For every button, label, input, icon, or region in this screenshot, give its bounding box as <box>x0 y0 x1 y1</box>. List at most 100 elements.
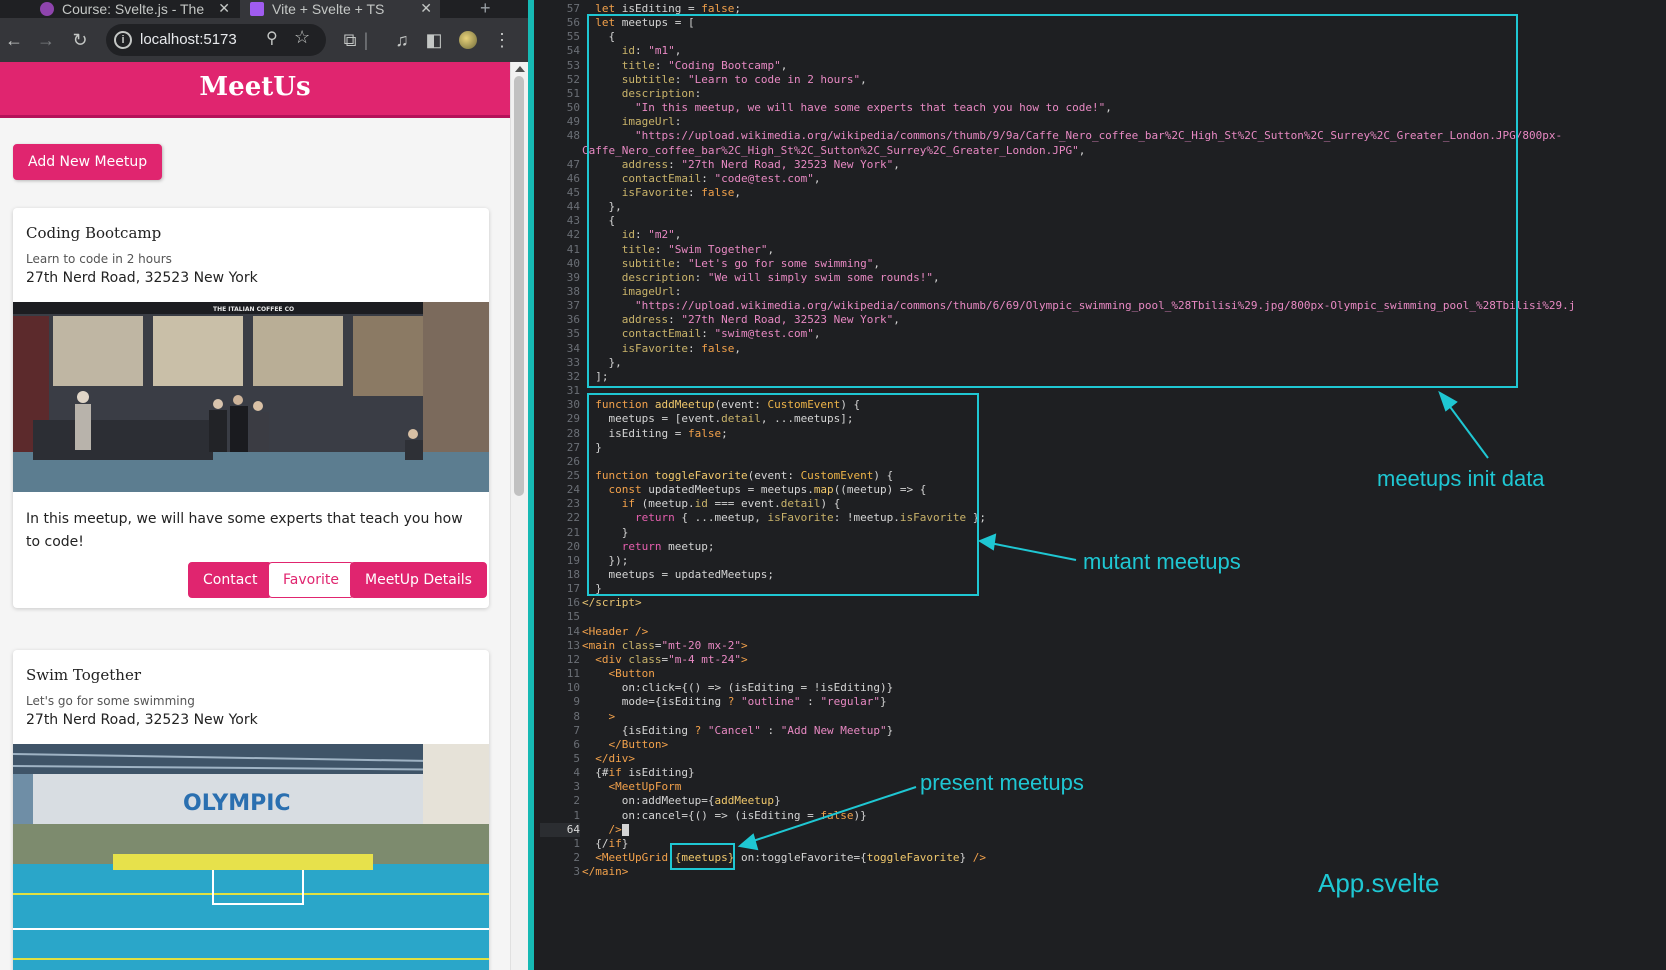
code-line[interactable]: on:click={() => (isEditing = !isEditing)… <box>582 681 894 695</box>
shop-sign: THE ITALIAN COFFEE CO <box>213 306 294 313</box>
meetup-address: 27th Nerd Road, 32523 New York <box>26 712 258 728</box>
meetup-details-button[interactable]: MeetUp Details <box>350 562 487 598</box>
scrollbar-thumb[interactable] <box>514 76 524 496</box>
code-line[interactable]: </div> <box>582 752 635 766</box>
line-number: 48 <box>566 129 580 143</box>
pool-banner: OLYMPIC <box>183 791 291 816</box>
line-number: 51 <box>566 86 580 100</box>
code-line[interactable]: > <box>582 710 616 724</box>
line-number: 39 <box>566 270 580 284</box>
code-line[interactable]: <MeetUpGrid {meetups} on:toggleFavorite=… <box>582 851 986 865</box>
udemy-favicon-icon <box>40 2 54 16</box>
line-number: 52 <box>566 72 580 86</box>
meetup-image: OLYMPIC <box>13 744 489 970</box>
scroll-up-arrow-icon[interactable] <box>515 66 525 72</box>
present-meetups-box <box>670 843 735 870</box>
line-number: 64 <box>540 822 580 837</box>
tab-title: Course: Svelte.js - The <box>62 1 205 17</box>
side-panel-icon[interactable]: ◧ <box>422 28 446 52</box>
code-line[interactable]: {/if} <box>582 837 628 851</box>
line-number: 18 <box>566 568 580 581</box>
line-number: 4 <box>573 766 580 780</box>
screen: Course: Svelte.js - The ✕ Vite + Svelte … <box>0 0 1666 970</box>
line-number: 20 <box>566 539 580 553</box>
code-line[interactable]: <MeetUpForm <box>582 780 682 794</box>
page-scrollbar[interactable] <box>510 62 528 970</box>
tab-strip: Course: Svelte.js - The ✕ Vite + Svelte … <box>0 0 528 18</box>
bookmark-star-icon[interactable]: ☆ <box>294 27 310 48</box>
line-number: 27 <box>566 440 580 454</box>
meetup-card: Coding Bootcamp Learn to code in 2 hours… <box>13 208 489 608</box>
meetup-subtitle: Let's go for some swimming <box>26 694 195 708</box>
line-number: 45 <box>566 185 580 199</box>
line-number: 16 <box>566 596 580 610</box>
code-line[interactable]: /> <box>582 823 629 837</box>
address-bar[interactable]: i localhost:5173 ⚲ ☆ <box>106 24 326 56</box>
new-tab-icon[interactable]: + <box>480 0 491 19</box>
forward-arrow-icon[interactable]: → <box>34 28 58 52</box>
media-controls-icon[interactable]: ♫ <box>390 28 414 52</box>
close-tab-icon[interactable]: ✕ <box>420 0 432 17</box>
add-new-meetup-button[interactable]: Add New Meetup <box>13 144 163 180</box>
favorite-button[interactable]: Favorite <box>268 562 354 598</box>
zoom-icon[interactable]: ⚲ <box>266 28 278 48</box>
meetup-address: 27th Nerd Road, 32523 New York <box>26 270 258 286</box>
line-number: 29 <box>566 412 580 426</box>
code-line[interactable]: <Button <box>582 667 655 681</box>
line-number: 28 <box>566 426 580 440</box>
line-number: 26 <box>566 454 580 468</box>
tab-vite-svelte[interactable]: Vite + Svelte + TS ✕ <box>240 0 440 18</box>
line-number: 57 <box>566 2 580 15</box>
meetups-init-box <box>587 14 1518 388</box>
site-info-icon[interactable]: i <box>114 31 132 49</box>
code-line[interactable]: </main> <box>582 865 628 879</box>
contact-button[interactable]: Contact <box>188 562 273 598</box>
vite-favicon-icon <box>250 2 264 16</box>
code-line[interactable]: {isEditing ? "Cancel" : "Add New Meetup"… <box>582 724 894 738</box>
code-line[interactable]: <div class="m-4 mt-24"> <box>582 653 747 667</box>
line-number: 19 <box>566 553 580 567</box>
browser-toolbar: ← → ↻ i localhost:5173 ⚲ ☆ ⧉ | ♫ ◧ ⋮ <box>0 18 528 62</box>
close-tab-icon[interactable]: ✕ <box>218 0 230 17</box>
line-number: 12 <box>566 652 580 666</box>
code-line[interactable]: mode={isEditing ? "outline" : "regular"} <box>582 695 887 709</box>
line-number: 30 <box>566 398 580 412</box>
line-number-gutter: 57 56 55 54 53 52 51 50 49 48 47 46 45 44 43 42 41 40 39 38… <box>534 0 582 970</box>
meetups-init-data-label: meetups init data <box>1377 466 1545 491</box>
back-arrow-icon[interactable]: ← <box>2 28 26 52</box>
extensions-icon[interactable]: ⧉ <box>338 28 362 52</box>
line-number: 10 <box>566 681 580 695</box>
profile-avatar-icon[interactable] <box>456 28 480 52</box>
line-number: 5 <box>573 751 580 765</box>
line-number: 55 <box>566 30 580 44</box>
line-number: 17 <box>566 582 580 596</box>
swimming-pool-image: OLYMPIC <box>13 744 489 970</box>
line-number: 41 <box>566 242 580 256</box>
line-number: 25 <box>566 468 580 482</box>
line-number: 1 <box>573 808 580 822</box>
line-number: 49 <box>566 115 580 129</box>
line-number: 8 <box>573 709 580 723</box>
meetup-title: Coding Bootcamp <box>26 224 162 242</box>
code-line[interactable]: on:cancel={() => (isEditing = false)} <box>582 809 867 823</box>
line-number: 24 <box>566 483 580 497</box>
meetup-image: THE ITALIAN COFFEE CO <box>13 302 489 492</box>
line-number: 50 <box>566 101 580 115</box>
mutant-meetups-label: mutant meetups <box>1083 549 1241 574</box>
line-number: 53 <box>566 58 580 72</box>
code-line[interactable]: {#if isEditing} <box>582 766 694 780</box>
app-title: MeetUs <box>199 72 311 102</box>
code-line[interactable]: </script> <box>582 596 642 610</box>
meetup-card: Swim Together Let's go for some swimming… <box>13 650 489 970</box>
line-number: 23 <box>566 497 580 511</box>
reload-icon[interactable]: ↻ <box>68 28 92 52</box>
code-line[interactable]: <main class="mt-20 mx-2"> <box>582 639 748 653</box>
browser-menu-icon[interactable]: ⋮ <box>490 28 514 52</box>
code-line[interactable]: </Button> <box>582 738 669 752</box>
code-line[interactable]: on:addMeetup={addMeetup} <box>582 794 781 808</box>
url-text[interactable]: localhost:5173 <box>140 31 237 48</box>
line-number: 15 <box>566 610 580 624</box>
line-number: 1 <box>573 836 580 850</box>
code-line[interactable]: <Header /> <box>582 625 648 639</box>
tab-course[interactable]: Course: Svelte.js - The ✕ <box>18 0 238 18</box>
